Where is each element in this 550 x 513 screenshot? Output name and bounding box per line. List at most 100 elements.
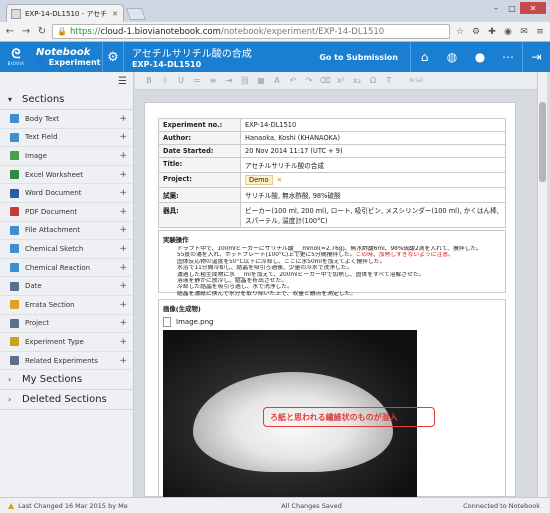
sidebar-item-project[interactable]: Project +: [0, 315, 133, 334]
biovia-logo[interactable]: ᘓ BIOVIA: [0, 42, 32, 72]
size-icon[interactable]: T: [383, 76, 395, 85]
special-char-icon[interactable]: Ω: [367, 76, 379, 85]
font-select[interactable]: Arial: [399, 77, 433, 84]
extension-circle-icon[interactable]: ◉: [502, 26, 514, 38]
superscript-icon[interactable]: x²: [335, 76, 347, 85]
sidebar-item-errata-section[interactable]: Errata Section +: [0, 296, 133, 315]
sidebar-item-experiment-type[interactable]: Experiment Type +: [0, 333, 133, 352]
maximize-icon[interactable]: □: [504, 2, 520, 14]
user-icon[interactable]: ●: [466, 42, 494, 72]
color-icon[interactable]: A: [271, 76, 283, 85]
forward-icon[interactable]: →: [20, 26, 32, 38]
browser-tab[interactable]: EXP-14-DL1510 - アセチ ✕: [6, 4, 124, 22]
sections-label: Sections: [22, 94, 65, 105]
clear-format-icon[interactable]: ⌫: [319, 76, 331, 85]
section-item-list: Body Text + Text Field + Image + Excel Workshe…: [0, 110, 133, 371]
experiment-id: EXP-14-DL1510: [132, 60, 202, 69]
sidebar-item-pdf-document[interactable]: PDF Document +: [0, 203, 133, 222]
info-key: Project:: [158, 172, 241, 188]
reload-icon[interactable]: ↻: [36, 26, 48, 38]
info-value[interactable]: EXP-14-DL1510: [240, 118, 506, 132]
last-changed: ▲ Last Changed 16 Mar 2015 by Me: [0, 501, 200, 510]
add-section-icon[interactable]: +: [119, 300, 127, 310]
sidebar-item-excel-worksheet[interactable]: Excel Worksheet +: [0, 166, 133, 185]
remove-project-icon[interactable]: ✕: [277, 176, 283, 184]
close-window-icon[interactable]: ✕: [520, 2, 546, 14]
more-icon[interactable]: ⋯: [494, 42, 522, 72]
info-value[interactable]: Hanaoka, Koshi (KHANAOKA): [240, 131, 506, 145]
align-icon[interactable]: ≡: [207, 76, 219, 85]
new-tab-button[interactable]: [125, 8, 147, 20]
sidebar-item-date[interactable]: Date +: [0, 277, 133, 296]
globe-icon[interactable]: ◍: [438, 42, 466, 72]
info-value[interactable]: サリチル酸, 無水酢酸, 98%硫酸: [240, 187, 506, 203]
italic-icon[interactable]: I: [159, 76, 171, 85]
add-section-icon[interactable]: +: [119, 170, 127, 180]
procedure-section[interactable]: 実験操作 ドラフト中で、100mlビーカーにサリチル酸___mmol(=2.76…: [158, 230, 506, 297]
add-section-icon[interactable]: +: [119, 318, 127, 328]
add-section-icon[interactable]: +: [119, 207, 127, 217]
procedure-step-text: 55度の湯を入れ、ホットプレート(100°C)上で更に5分間攪拌した。: [177, 252, 356, 259]
extension-gear-icon[interactable]: ⚙: [470, 26, 482, 38]
main-content: Experiment no.: EXP-14-DL1510 Author: Hanao…: [135, 90, 537, 497]
main-scrollbar[interactable]: [537, 72, 547, 497]
sidebar-item-file-attachment[interactable]: File Attachment +: [0, 222, 133, 241]
sidebar-item-chemical-reaction[interactable]: Chemical Reaction +: [0, 259, 133, 278]
sidebar-item-text-field[interactable]: Text Field +: [0, 129, 133, 148]
redo-icon[interactable]: ↷: [303, 76, 315, 85]
add-section-icon[interactable]: +: [119, 188, 127, 198]
sidebar-item-chemical-sketch[interactable]: Chemical Sketch +: [0, 240, 133, 259]
image-section[interactable]: 画像(生成物) Image.png ろ紙と思われる繊維状のものが混入: [158, 299, 506, 497]
indent-icon[interactable]: ⇥: [223, 76, 235, 85]
add-section-icon[interactable]: +: [119, 151, 127, 161]
word-icon: [10, 188, 19, 198]
sidebar-menu-icon[interactable]: ☰: [118, 76, 127, 87]
scrollbar-thumb[interactable]: [539, 102, 546, 182]
add-section-icon[interactable]: +: [119, 244, 127, 254]
info-value[interactable]: ビーカー(100 ml, 200 ml), ロート, 吸引ビン, メスシリンダー…: [240, 202, 506, 228]
deleted-sections-label: Deleted Sections: [22, 394, 107, 406]
my-sections-header[interactable]: › My Sections: [0, 370, 133, 391]
list-icon[interactable]: ≔: [191, 76, 203, 85]
project-chip[interactable]: Demo: [245, 175, 273, 185]
minimize-icon[interactable]: –: [488, 2, 504, 14]
settings-gear-icon[interactable]: ⚙: [102, 42, 124, 72]
last-changed-text: Last Changed 16 Mar 2015 by Me: [18, 501, 128, 510]
add-section-icon[interactable]: +: [119, 337, 127, 347]
info-value[interactable]: 20 Nov 2014 11:17 (UTC + 9): [240, 144, 506, 158]
editor-toolbar: B I U ≔ ≡ ⇥ ⛓ ▦ A ↶ ↷ ⌫ x² x₂ Ω T Arial: [135, 72, 537, 90]
sections-header[interactable]: ▾ Sections: [0, 90, 133, 110]
text-field-icon: [10, 132, 19, 142]
sidebar-item-word-document[interactable]: Word Document +: [0, 184, 133, 203]
url-field[interactable]: 🔒 https:// cloud-1.biovianotebook.com /n…: [52, 24, 450, 39]
project-value[interactable]: Demo ✕: [240, 172, 506, 188]
table-icon[interactable]: ▦: [255, 76, 267, 85]
subscript-icon[interactable]: x₂: [351, 76, 363, 85]
sidebar-item-related-experiments[interactable]: Related Experiments +: [0, 352, 133, 371]
add-section-icon[interactable]: +: [119, 114, 127, 124]
extension-puzzle-icon[interactable]: ✚: [486, 26, 498, 38]
info-value[interactable]: アセチルサリチル酸の合成: [240, 157, 506, 173]
back-icon[interactable]: ←: [4, 26, 16, 38]
add-section-icon[interactable]: +: [119, 263, 127, 273]
add-section-icon[interactable]: +: [119, 225, 127, 235]
info-row: Date Started: 20 Nov 2014 11:17 (UTC + 9): [158, 144, 506, 158]
close-tab-icon[interactable]: ✕: [111, 10, 119, 18]
logout-icon[interactable]: ⇥: [522, 42, 550, 72]
link-icon[interactable]: ⛓: [239, 76, 251, 85]
go-to-submission-button[interactable]: Go to Submission: [307, 53, 410, 62]
add-section-icon[interactable]: +: [119, 281, 127, 291]
star-icon[interactable]: ☆: [454, 26, 466, 38]
extension-mail-icon[interactable]: ✉: [518, 26, 530, 38]
home-icon[interactable]: ⌂: [410, 42, 438, 72]
undo-icon[interactable]: ↶: [287, 76, 299, 85]
underline-icon[interactable]: U: [175, 76, 187, 85]
sidebar-item-body-text[interactable]: Body Text +: [0, 110, 133, 129]
bold-icon[interactable]: B: [143, 76, 155, 85]
deleted-sections-header[interactable]: › Deleted Sections: [0, 390, 133, 411]
sidebar-item-image[interactable]: Image +: [0, 147, 133, 166]
add-section-icon[interactable]: +: [119, 132, 127, 142]
add-section-icon[interactable]: +: [119, 356, 127, 366]
menu-icon[interactable]: ≡: [534, 26, 546, 38]
image-filename-row[interactable]: Image.png: [163, 317, 501, 327]
